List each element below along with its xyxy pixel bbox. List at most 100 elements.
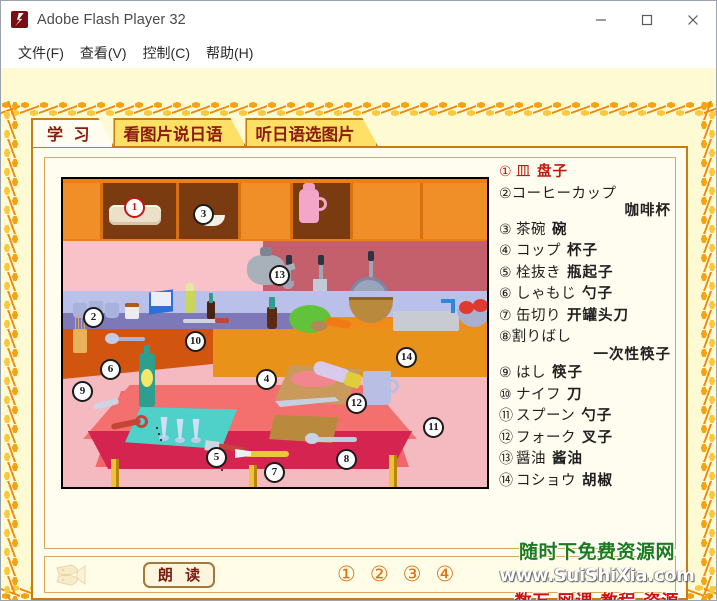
ornament-border-right xyxy=(699,101,716,600)
vocab-item-12[interactable]: ⑫ フォーク 叉子 xyxy=(499,429,671,446)
carrot xyxy=(324,316,352,330)
vocab-item-3[interactable]: ③ 茶碗 碗 xyxy=(499,221,671,238)
menu-item-view[interactable]: 查看(V) xyxy=(72,41,135,65)
hotspot-marker-4[interactable]: 4 xyxy=(256,369,277,390)
vocab-item-8[interactable]: ⑧割りばし 一次性筷子 xyxy=(499,330,671,362)
hotspot-marker-2[interactable]: 2 xyxy=(83,307,104,328)
fish-ornament-icon xyxy=(55,562,101,588)
wine-bottle-neck xyxy=(144,345,150,357)
vocab-number: ① xyxy=(499,164,512,180)
table-leg xyxy=(111,459,119,487)
window-title: Adobe Flash Player 32 xyxy=(37,11,186,28)
can-opener-ring xyxy=(135,415,148,428)
vocab-chinese: 盘子 xyxy=(537,164,568,180)
soy-sauce-cruet-neck xyxy=(269,297,275,309)
vocab-number: ③ xyxy=(499,221,512,238)
menu-item-file[interactable]: 文件(F) xyxy=(10,41,72,65)
hotspot-marker-10[interactable]: 10 xyxy=(185,331,206,352)
hotspot-marker-14[interactable]: 14 xyxy=(396,347,417,368)
content-panel-inner: 1 3 13 2 10 6 9 4 14 12 11 5 7 8 ① 皿 盘子 … xyxy=(44,157,676,549)
hotspot-marker-7[interactable]: 7 xyxy=(264,462,285,483)
sink xyxy=(393,311,459,331)
vocab-chinese: 碗 xyxy=(552,221,568,238)
tab-study-label: 学 习 xyxy=(47,126,93,144)
close-button[interactable] xyxy=(670,1,716,38)
vocab-item-1[interactable]: ① 皿 盘子 xyxy=(499,165,671,180)
soy-sauce-bottle xyxy=(207,301,215,319)
hotspot-marker-6[interactable]: 6 xyxy=(100,359,121,380)
coffee-pot xyxy=(299,189,319,223)
vocab-japanese: 栓抜き xyxy=(516,264,561,281)
tab-bar: 学 习 看图片说日语 听日语选图片 xyxy=(31,117,377,147)
content-panel: 1 3 13 2 10 6 9 4 14 12 11 5 7 8 ① 皿 盘子 … xyxy=(31,146,688,600)
soy-sauce-cruet xyxy=(267,307,277,329)
spoon-bowl xyxy=(305,433,319,444)
vocab-number: ⑪ xyxy=(499,408,513,424)
tab-study[interactable]: 学 习 xyxy=(31,118,114,147)
vocab-japanese: 割りばし xyxy=(511,329,572,345)
vocab-item-2[interactable]: ②コーヒーカップ 咖啡杯 xyxy=(499,185,671,219)
vocab-item-11[interactable]: ⑪ スプーン 勺子 xyxy=(499,409,671,424)
hotspot-marker-9[interactable]: 9 xyxy=(72,381,93,402)
apple xyxy=(459,301,474,314)
vocab-japanese: 茶碗 xyxy=(516,221,546,238)
hotspot-marker-12[interactable]: 12 xyxy=(346,393,367,414)
vocab-item-13[interactable]: ⑬ 醤油 酱油 xyxy=(499,452,671,467)
page-number-3[interactable]: ③ xyxy=(403,564,422,585)
vocab-item-14[interactable]: ⑭ コショウ 胡椒 xyxy=(499,472,671,489)
hotspot-marker-13[interactable]: 13 xyxy=(269,265,290,286)
vocab-chinese: 刀 xyxy=(567,386,583,403)
kitchen-illustration[interactable]: 1 3 13 2 10 6 9 4 14 12 11 5 7 8 xyxy=(61,177,489,489)
hotspot-marker-5[interactable]: 5 xyxy=(206,447,227,468)
vocab-chinese: 一次性筷子 xyxy=(593,346,671,363)
minimize-button[interactable] xyxy=(578,1,624,38)
vocab-line-1: ⑧割りばし xyxy=(499,330,671,345)
hotspot-marker-1[interactable]: 1 xyxy=(124,197,145,218)
vocab-number: ⑩ xyxy=(499,386,512,403)
faucet-stem xyxy=(451,299,455,313)
vocab-number: ⑤ xyxy=(499,264,512,281)
menu-item-control[interactable]: 控制(C) xyxy=(135,41,198,65)
vocab-number: ⑧ xyxy=(499,329,512,345)
vocab-number: ④ xyxy=(499,243,512,259)
vocab-chinese: 酱油 xyxy=(552,451,583,467)
vocabulary-list: ① 皿 盘子 ②コーヒーカップ 咖啡杯 ③ 茶碗 碗 ④ コップ 杯子 ⑤ 栓抜… xyxy=(499,162,671,546)
page-number-4[interactable]: ④ xyxy=(435,564,454,585)
maximize-button[interactable] xyxy=(624,1,670,38)
read-aloud-button[interactable]: 朗 读 xyxy=(143,561,215,588)
vocab-number: ⑫ xyxy=(499,429,513,446)
vocab-japanese: 皿 xyxy=(516,164,531,180)
vocab-item-9[interactable]: ⑨ はし 筷子 xyxy=(499,366,671,381)
vocab-item-6[interactable]: ⑥ しゃもじ 勺子 xyxy=(499,287,671,302)
pan-hanging-handle xyxy=(368,251,374,261)
tab-speak-japanese[interactable]: 看图片说日语 xyxy=(113,118,246,147)
vocab-number: ⑨ xyxy=(499,365,512,381)
vocab-chinese: 胡椒 xyxy=(582,472,613,489)
vocab-item-10[interactable]: ⑩ ナイフ 刀 xyxy=(499,386,671,403)
vocab-chinese: 筷子 xyxy=(552,365,583,381)
vocab-line-1: ②コーヒーカップ xyxy=(499,185,671,202)
vocab-chinese: 瓶起子 xyxy=(567,264,614,281)
knife-handle xyxy=(215,318,229,323)
vocab-item-7[interactable]: ⑦ 缶切り 开罐头刀 xyxy=(499,307,671,324)
menu-item-help[interactable]: 帮助(H) xyxy=(198,41,261,65)
vocab-number: ⑦ xyxy=(499,307,512,324)
hotspot-marker-8[interactable]: 8 xyxy=(336,449,357,470)
apple xyxy=(473,299,487,312)
table-leg xyxy=(249,465,257,487)
coffee-cup xyxy=(105,303,119,318)
disposable-chopsticks xyxy=(245,451,289,457)
titlebar: Adobe Flash Player 32 xyxy=(1,1,716,38)
vocab-item-5[interactable]: ⑤ 栓抜き 瓶起子 xyxy=(499,264,671,281)
vocab-japanese: コーヒーカップ xyxy=(511,185,617,202)
ornament-border-left xyxy=(3,101,20,600)
table-leg xyxy=(389,455,397,487)
vocab-japanese: 醤油 xyxy=(516,451,546,467)
vocab-chinese: 咖啡杯 xyxy=(624,203,671,219)
tab-listen-choose-picture[interactable]: 听日语选图片 xyxy=(245,118,378,147)
hotspot-marker-3[interactable]: 3 xyxy=(193,204,214,225)
hotspot-marker-11[interactable]: 11 xyxy=(423,417,444,438)
vocab-item-4[interactable]: ④ コップ 杯子 xyxy=(499,244,671,259)
page-number-2[interactable]: ② xyxy=(370,564,389,585)
page-number-1[interactable]: ① xyxy=(337,564,356,585)
